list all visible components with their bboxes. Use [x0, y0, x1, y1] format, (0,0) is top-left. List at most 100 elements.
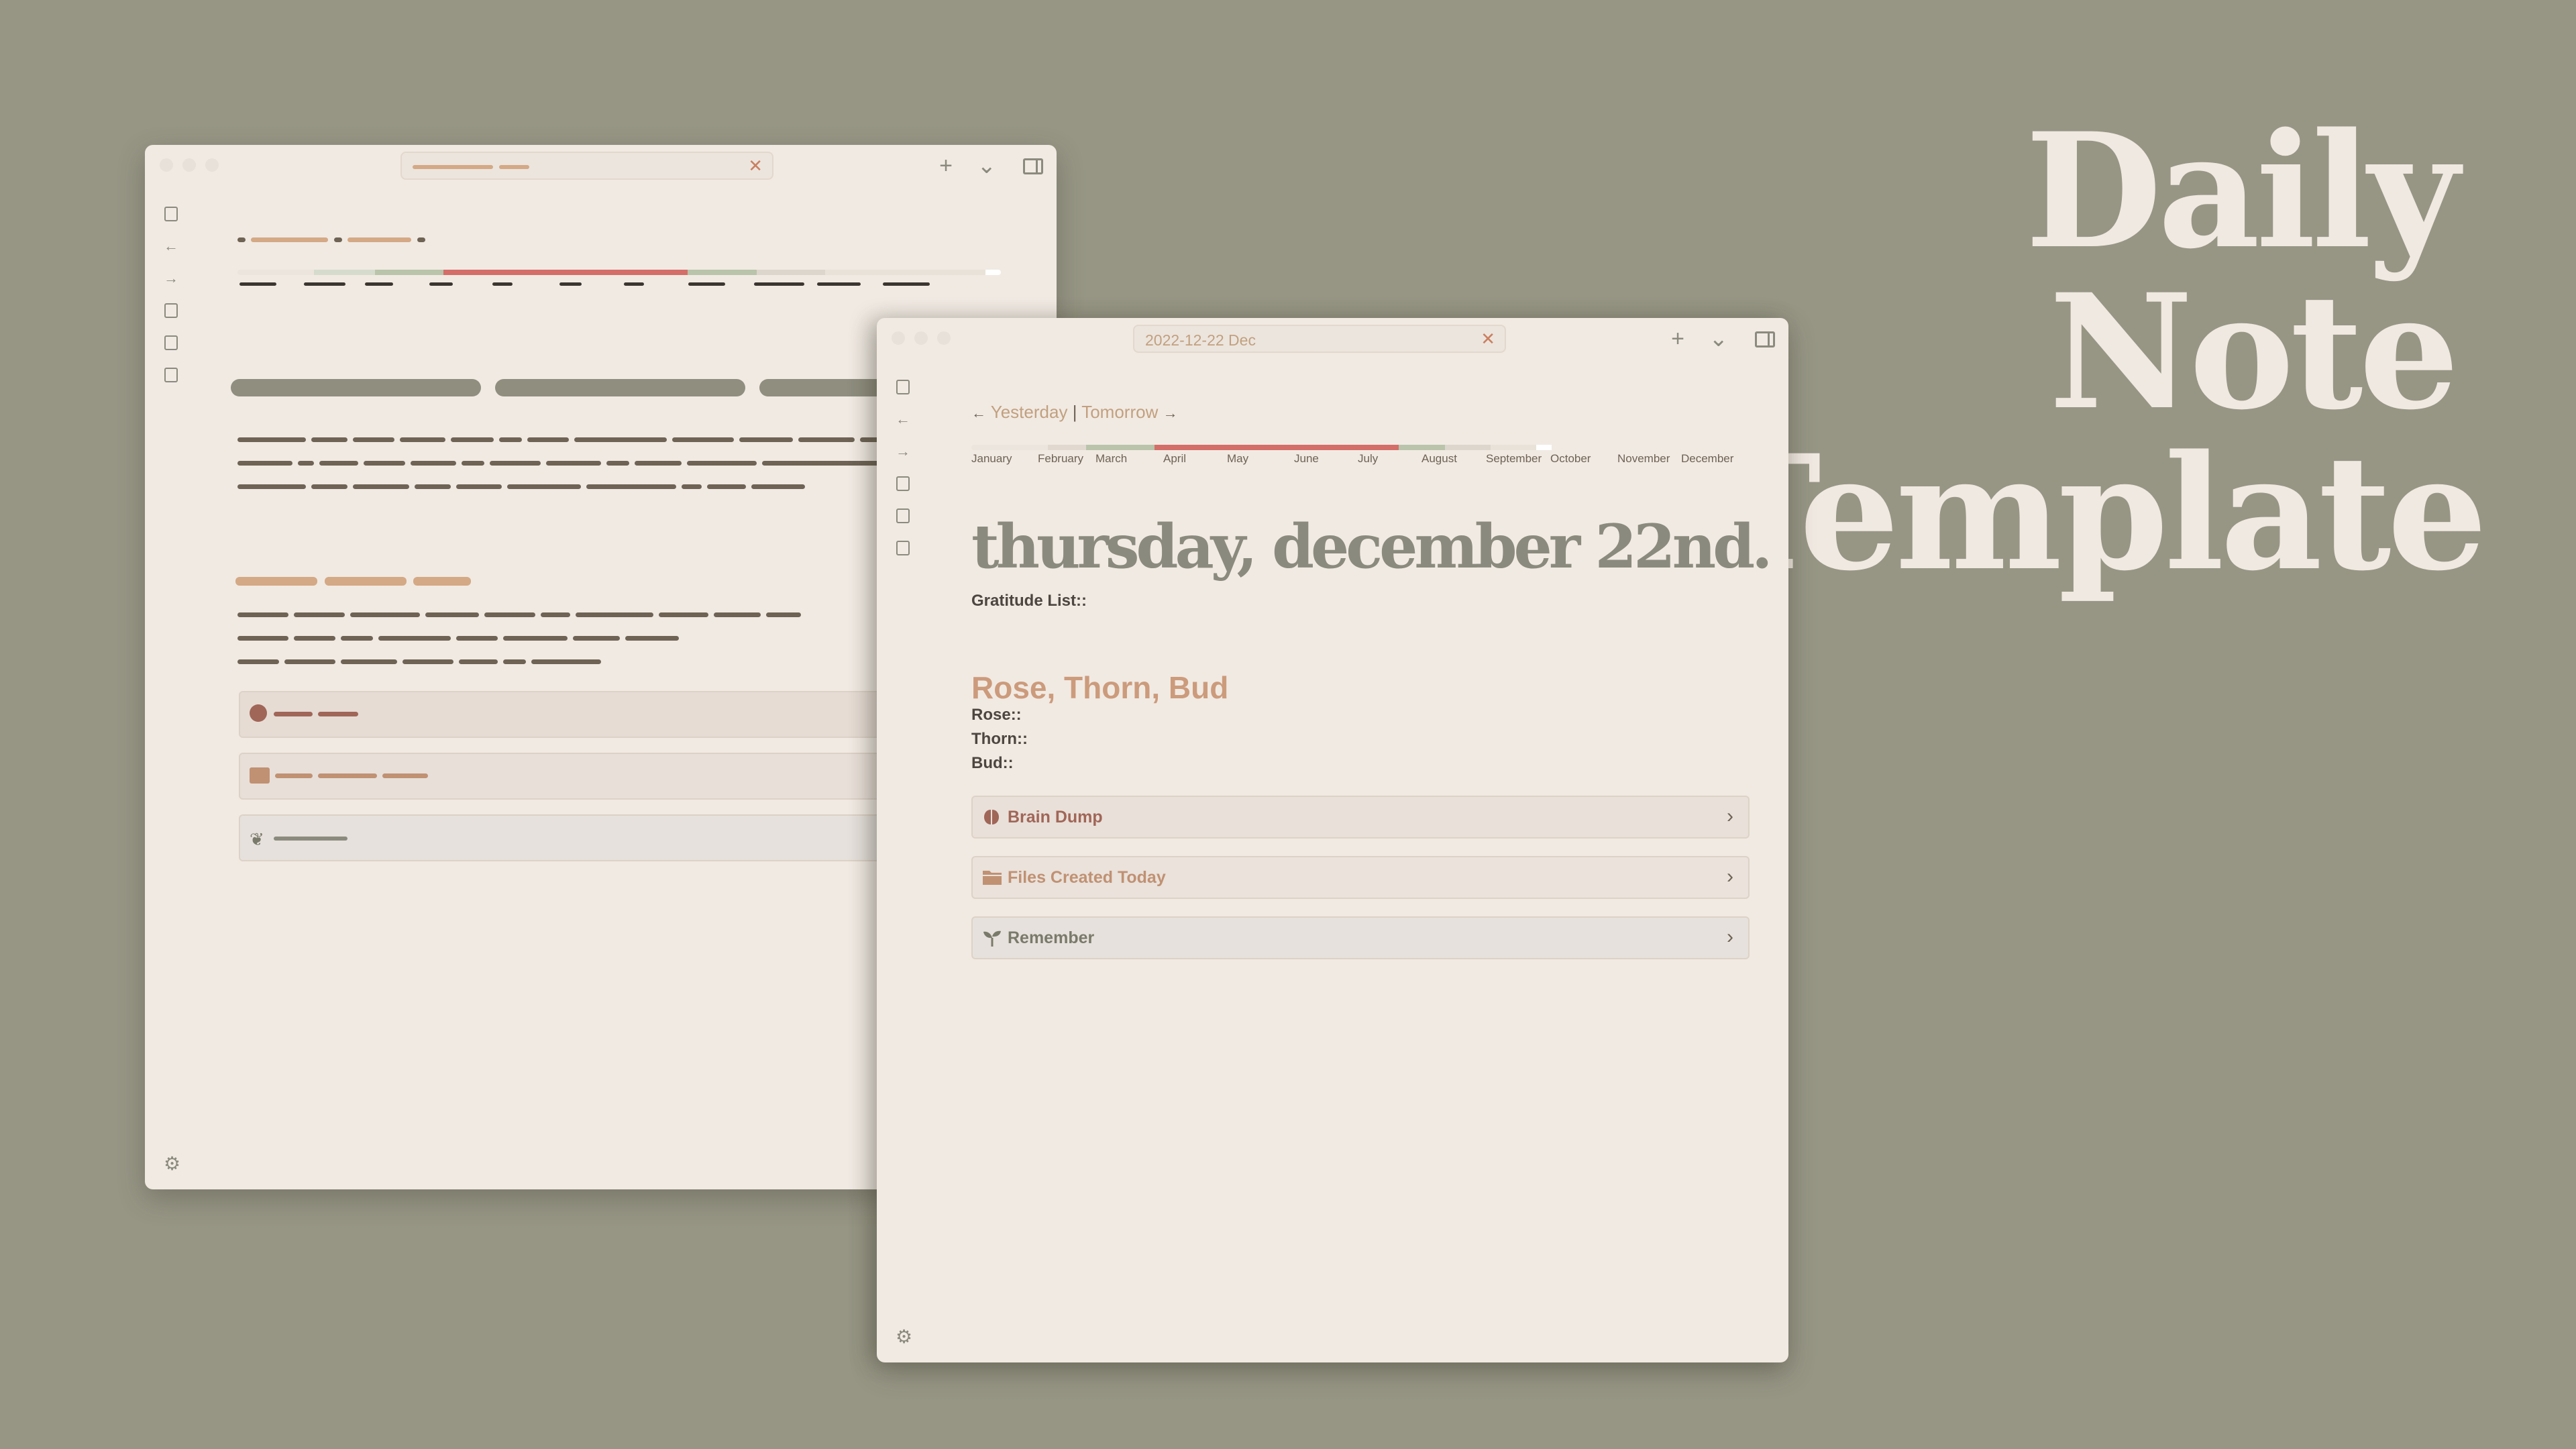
minimize-dot[interactable]: [914, 331, 928, 345]
skeleton-year-bar: [237, 270, 1001, 275]
skeleton-text: [237, 237, 246, 242]
callout-remember[interactable]: Remember ›: [971, 916, 1750, 959]
month-label[interactable]: May: [1227, 452, 1248, 466]
month-label[interactable]: April: [1163, 452, 1186, 466]
folder-icon: [250, 767, 270, 784]
headline-line-2: Template: [1704, 421, 2487, 606]
section-heading: Rose, Thorn, Bud: [971, 670, 1229, 705]
month-label[interactable]: March: [1095, 452, 1127, 466]
ribbon: ← →: [162, 205, 180, 384]
zoom-dot[interactable]: [205, 158, 219, 172]
close-icon[interactable]: ✕: [748, 157, 763, 174]
new-tab-icon[interactable]: +: [939, 154, 953, 177]
callout-files-created-today[interactable]: Files Created Today ›: [971, 856, 1750, 899]
chevron-right-icon[interactable]: ›: [1727, 926, 1733, 949]
sprout-icon: ❦: [250, 829, 264, 849]
forward-arrow-icon[interactable]: →: [894, 443, 912, 460]
new-note-icon[interactable]: [164, 303, 178, 318]
tab-title-placeholder: [413, 165, 493, 169]
month-label[interactable]: November: [1617, 452, 1670, 466]
close-dot[interactable]: [892, 331, 905, 345]
sprout-icon: [983, 930, 1001, 947]
callout-brain-dump[interactable]: Brain Dump ›: [971, 796, 1750, 839]
year-progress-bar: [971, 445, 1735, 450]
folder-icon: [983, 871, 1002, 885]
window-traffic-lights: [160, 158, 219, 172]
month-label[interactable]: June: [1294, 452, 1319, 466]
sidebar-toggle-icon[interactable]: [164, 207, 178, 221]
split-view-icon[interactable]: [1755, 331, 1775, 347]
calendar-icon[interactable]: [164, 368, 178, 382]
tab-title-field-placeholder[interactable]: ✕: [400, 152, 773, 180]
skeleton-heading: [235, 577, 317, 586]
tomorrow-link[interactable]: Tomorrow: [1081, 402, 1158, 422]
zoom-dot[interactable]: [937, 331, 951, 345]
gratitude-label: Gratitude List::: [971, 592, 1087, 610]
brain-icon: [250, 704, 267, 722]
year-bar-segment: [1155, 445, 1399, 450]
skeleton-title: [231, 379, 481, 396]
new-tab-icon[interactable]: +: [1671, 327, 1684, 350]
tab-title-field[interactable]: 2022-12-22 Dec ✕: [1133, 325, 1506, 353]
split-view-icon[interactable]: [1023, 158, 1043, 174]
brain-icon: [984, 810, 999, 824]
chevron-down-icon[interactable]: ⌄: [977, 154, 997, 177]
bud-label: Bud::: [971, 754, 1014, 772]
skeleton-text: [251, 237, 328, 242]
skeleton-text: [334, 237, 342, 242]
settings-gear-icon[interactable]: ⚙: [896, 1326, 912, 1348]
thorn-label: Thorn::: [971, 730, 1028, 748]
year-bar-segment: [1047, 445, 1086, 450]
forward-arrow-icon[interactable]: →: [162, 270, 180, 287]
month-labels: January February March April May June Ju…: [971, 452, 1736, 468]
back-arrow-icon[interactable]: ←: [894, 411, 912, 428]
year-bar-segment: [1399, 445, 1445, 450]
back-arrow-icon[interactable]: ←: [162, 237, 180, 255]
nav-separator: |: [1072, 402, 1077, 422]
calendar-icon[interactable]: [896, 541, 910, 555]
chevron-right-icon[interactable]: ›: [1727, 865, 1733, 888]
month-label[interactable]: January: [971, 452, 1012, 466]
month-label[interactable]: September: [1486, 452, 1542, 466]
close-icon[interactable]: ✕: [1481, 330, 1495, 347]
year-bar-segment: [971, 445, 1048, 450]
skeleton-text: [417, 237, 425, 242]
new-note-icon[interactable]: [896, 476, 910, 491]
skeleton-heading: [413, 577, 471, 586]
template-icon[interactable]: [164, 335, 178, 350]
close-dot[interactable]: [160, 158, 173, 172]
sidebar-toggle-icon[interactable]: [896, 380, 910, 394]
skeleton-heading: [325, 577, 407, 586]
yesterday-link[interactable]: Yesterday: [991, 402, 1068, 422]
chevron-down-icon[interactable]: ⌄: [1709, 327, 1729, 350]
day-navigation: ← Yesterday | Tomorrow →: [971, 402, 1178, 423]
template-icon[interactable]: [896, 508, 910, 523]
settings-gear-icon[interactable]: ⚙: [164, 1152, 180, 1175]
skeleton-text: [347, 237, 411, 242]
note-title: thursday, december 22nd.: [971, 511, 1772, 582]
month-label[interactable]: July: [1358, 452, 1378, 466]
right-arrow-icon: →: [1163, 405, 1178, 421]
callout-title: Brain Dump: [1008, 808, 1103, 826]
promo-headline: Daily Note Template: [1704, 99, 2487, 606]
year-bar-segment: [1085, 445, 1155, 450]
month-label[interactable]: December: [1681, 452, 1733, 466]
callout-title: Files Created Today: [1008, 868, 1166, 887]
rose-label: Rose::: [971, 706, 1022, 724]
month-label[interactable]: February: [1038, 452, 1083, 466]
tab-title-placeholder: [499, 165, 529, 169]
ribbon: ← →: [894, 378, 912, 557]
minimize-dot[interactable]: [182, 158, 196, 172]
window-traffic-lights: [892, 331, 951, 345]
year-bar-segment: [1536, 445, 1552, 450]
front-window: 2022-12-22 Dec ✕ + ⌄ ← → ⚙ ← Yesterday |…: [877, 318, 1788, 1362]
year-bar-segment: [1490, 445, 1537, 450]
left-arrow-icon: ←: [971, 405, 986, 421]
tab-title: 2022-12-22 Dec: [1145, 331, 1256, 349]
chevron-right-icon[interactable]: ›: [1727, 805, 1733, 828]
year-bar-segment: [1444, 445, 1491, 450]
skeleton-title: [495, 379, 745, 396]
headline-line-1: Daily Note: [2025, 99, 2459, 445]
month-label[interactable]: October: [1550, 452, 1591, 466]
month-label[interactable]: August: [1421, 452, 1457, 466]
